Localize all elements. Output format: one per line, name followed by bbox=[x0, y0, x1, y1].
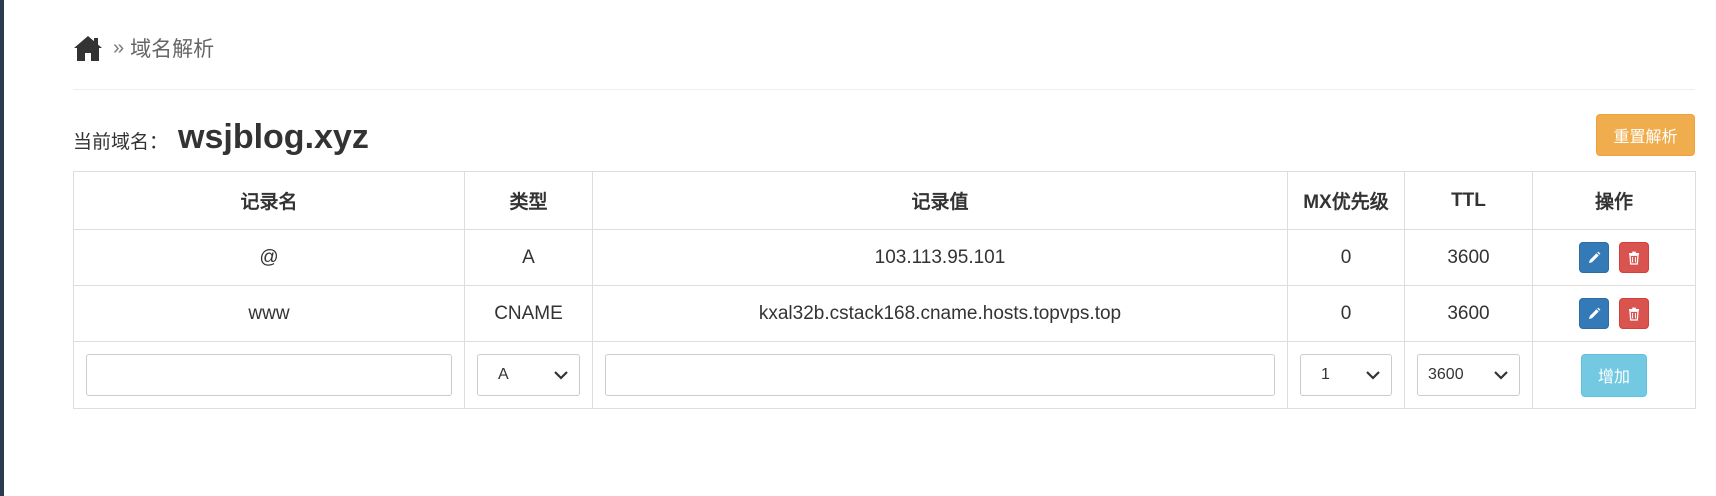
dns-records-table: 记录名 类型 记录值 MX优先级 TTL 操作 @ A 103.113.95.1… bbox=[73, 171, 1696, 409]
header-operations: 操作 bbox=[1532, 171, 1696, 230]
mx-priority-selected: 1 bbox=[1321, 366, 1330, 383]
breadcrumb-separator: » bbox=[113, 36, 125, 59]
cell-new-ops: 增加 bbox=[1532, 341, 1696, 409]
domain-value: wsjblog.xyz bbox=[178, 118, 369, 156]
divider bbox=[73, 89, 1695, 90]
trash-icon bbox=[1628, 307, 1639, 321]
cell-record-name: @ bbox=[73, 229, 465, 286]
cell-new-value bbox=[592, 341, 1288, 409]
breadcrumb-current: 域名解析 bbox=[130, 38, 215, 61]
table-row: @ A 103.113.95.101 0 3600 bbox=[73, 229, 1696, 286]
trash-icon bbox=[1628, 251, 1639, 265]
record-value-input[interactable] bbox=[605, 354, 1275, 396]
current-domain: 当前域名： wsjblog.xyz bbox=[73, 118, 369, 157]
pencil-icon bbox=[1589, 307, 1601, 319]
cell-type: CNAME bbox=[464, 285, 593, 342]
cell-record-value: 103.113.95.101 bbox=[592, 229, 1288, 286]
header-record-value: 记录值 bbox=[592, 171, 1288, 230]
cell-new-name bbox=[73, 341, 465, 409]
chevron-down-icon bbox=[1494, 371, 1508, 380]
cell-operations bbox=[1532, 285, 1696, 342]
cell-ttl: 3600 bbox=[1404, 229, 1533, 286]
reset-resolution-button[interactable]: 重置解析 bbox=[1596, 114, 1695, 156]
edit-button[interactable] bbox=[1579, 298, 1610, 329]
cell-new-ttl: 3600 bbox=[1404, 341, 1533, 409]
add-record-button[interactable]: 增加 bbox=[1581, 353, 1647, 397]
cell-type: A bbox=[464, 229, 593, 286]
delete-button[interactable] bbox=[1618, 242, 1649, 273]
cell-mx: 0 bbox=[1287, 229, 1405, 286]
cell-record-name: www bbox=[73, 285, 465, 342]
header-record-name: 记录名 bbox=[73, 171, 465, 230]
new-record-row: A 1 3600 增加 bbox=[73, 341, 1696, 409]
edit-button[interactable] bbox=[1579, 242, 1610, 273]
mx-priority-select[interactable]: 1 bbox=[1300, 354, 1392, 396]
record-type-selected: A bbox=[498, 366, 509, 383]
delete-button[interactable] bbox=[1618, 298, 1649, 329]
header-type: 类型 bbox=[464, 171, 593, 230]
cell-new-mx: 1 bbox=[1287, 341, 1405, 409]
header-mx-priority: MX优先级 bbox=[1287, 171, 1405, 230]
ttl-select[interactable]: 3600 bbox=[1417, 354, 1520, 396]
breadcrumb: » 域名解析 bbox=[73, 30, 214, 66]
record-name-input[interactable] bbox=[86, 354, 452, 396]
window-edge bbox=[0, 0, 4, 496]
domain-label: 当前域名： bbox=[73, 132, 169, 153]
home-icon[interactable] bbox=[73, 34, 103, 62]
chevron-down-icon bbox=[1366, 371, 1380, 380]
cell-new-type: A bbox=[464, 341, 593, 409]
pencil-icon bbox=[1589, 251, 1601, 263]
cell-record-value: kxal32b.cstack168.cname.hosts.topvps.top bbox=[592, 285, 1288, 342]
header-ttl: TTL bbox=[1404, 171, 1533, 230]
table-row: www CNAME kxal32b.cstack168.cname.hosts.… bbox=[73, 285, 1696, 342]
record-type-select[interactable]: A bbox=[477, 354, 580, 396]
chevron-down-icon bbox=[554, 371, 568, 380]
table-header-row: 记录名 类型 记录值 MX优先级 TTL 操作 bbox=[73, 171, 1696, 230]
cell-mx: 0 bbox=[1287, 285, 1405, 342]
ttl-selected: 3600 bbox=[1428, 366, 1464, 383]
cell-ttl: 3600 bbox=[1404, 285, 1533, 342]
cell-operations bbox=[1532, 229, 1696, 286]
